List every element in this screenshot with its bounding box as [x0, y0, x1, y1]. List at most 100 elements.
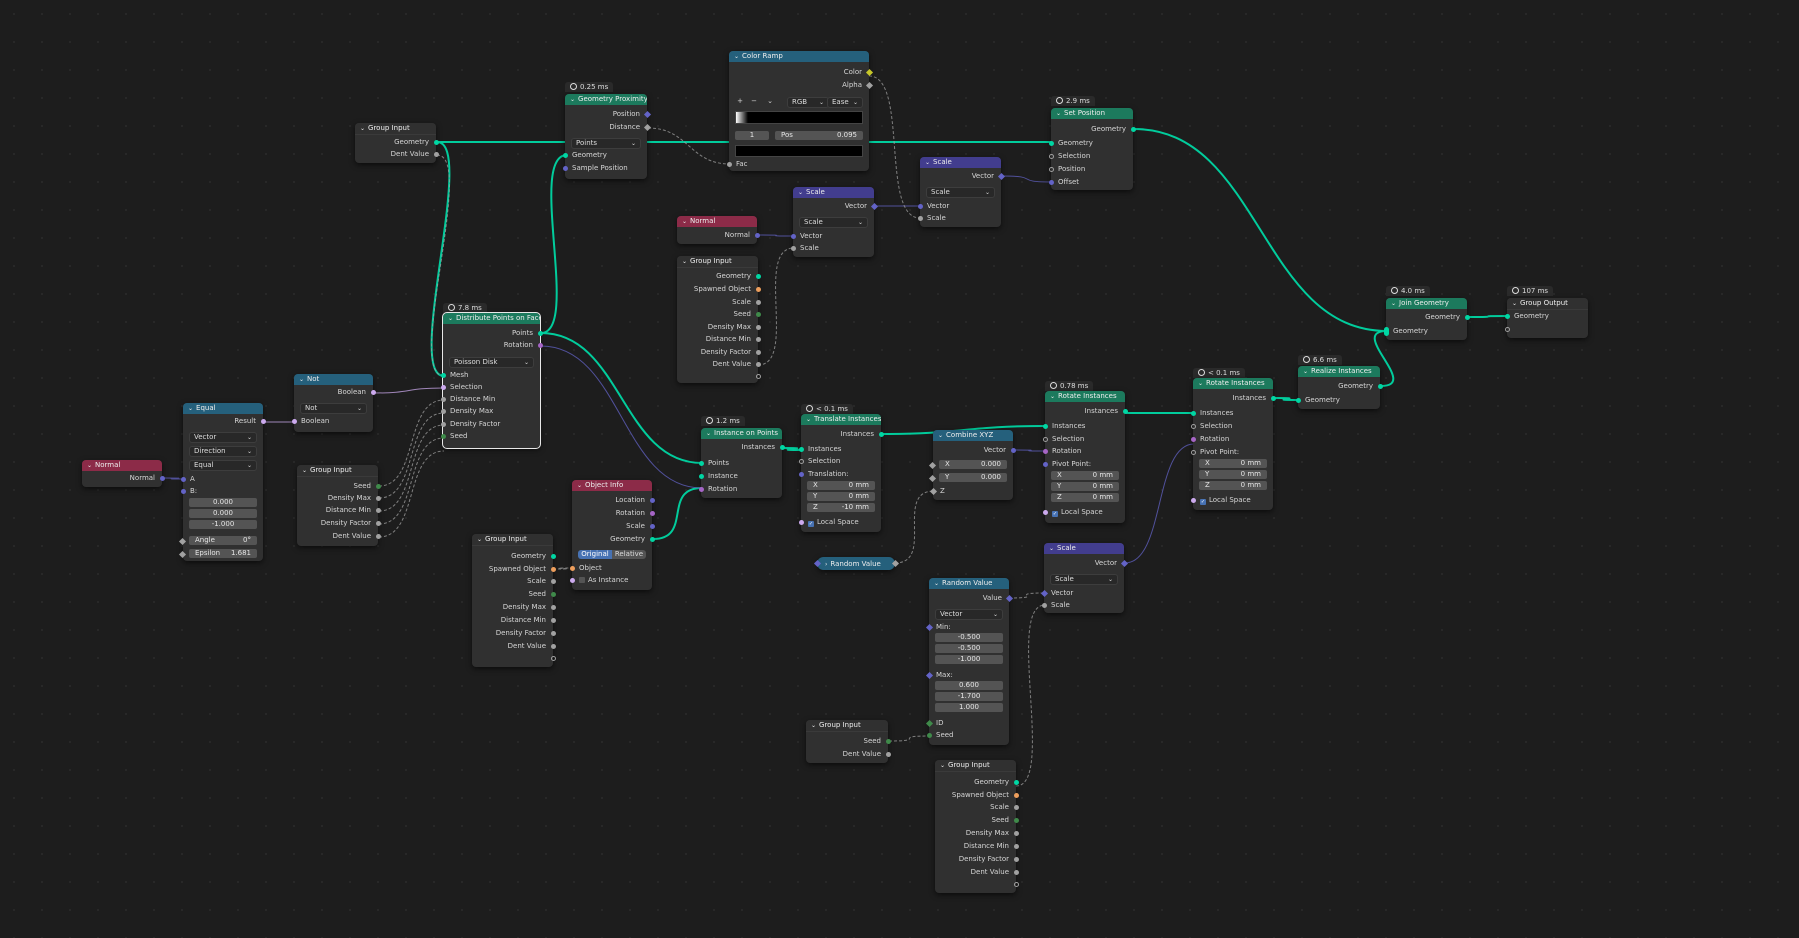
color-ramp-gradient[interactable] [735, 111, 863, 124]
chevron-down-icon[interactable]: ⌄ [1050, 393, 1055, 400]
socket-row[interactable]: As Instance [569, 575, 652, 585]
node-random-value[interactable]: ⌄ Random Value Value Vector ⌄ Min: -0.500 … [925, 578, 1013, 745]
node-group-input[interactable]: ⌄ Group Input Geometry Dent Value [355, 123, 439, 163]
node-translate-instances[interactable]: ⌄ Translate Instances Instances Instances… [798, 414, 884, 532]
interpolation-dropdown[interactable]: Ease ⌄ [827, 97, 863, 108]
node-realize-instances[interactable]: ⌄ Realize Instances Geometry Geometry [1295, 366, 1383, 409]
checkbox-checked-icon[interactable]: ✓ [1200, 499, 1206, 505]
input-socket[interactable] [926, 732, 932, 738]
input-socket[interactable] [562, 152, 568, 158]
combine-x-field[interactable]: X 0.000 [928, 460, 1007, 469]
max-y-field[interactable]: -1.700 [935, 692, 1003, 701]
node-normal[interactable]: ⌄ Normal Normal [677, 216, 760, 244]
node-header[interactable]: ⌄ Realize Instances [1298, 366, 1380, 377]
node-object-info[interactable]: ⌄ Object Info Location Rotation Scale Geo… [569, 480, 655, 590]
max-x-field[interactable]: 0.600 [935, 681, 1003, 690]
node-group-input[interactable]: ⌄ Group Input Geometry Spawned Object Sca… [472, 534, 556, 667]
stop-color-swatch[interactable] [735, 145, 863, 157]
input-socket[interactable] [1042, 461, 1048, 467]
ramp-menu-button[interactable]: ⌄ [765, 97, 775, 106]
node-editor-canvas[interactable] [0, 0, 1799, 938]
output-socket[interactable] [1010, 447, 1016, 453]
input-socket[interactable] [178, 537, 187, 545]
target-element-dropdown[interactable]: Points ⌄ [571, 138, 641, 149]
input-socket[interactable] [917, 215, 923, 221]
input-socket[interactable] [1048, 153, 1054, 159]
output-socket[interactable] [159, 475, 165, 481]
node-equal[interactable]: ⌄ Equal Result Vector ⌄ Direction ⌄ Equal ⌄ … [178, 403, 266, 561]
chevron-down-icon[interactable]: ⌄ [1391, 300, 1396, 307]
operation-dropdown[interactable]: Scale ⌄ [926, 187, 995, 198]
chevron-down-icon[interactable]: ⌄ [302, 467, 307, 474]
output-socket[interactable] [550, 591, 556, 597]
node-group-output[interactable]: ⌄ Group Output Geometry [1504, 298, 1588, 338]
input-socket[interactable] [726, 161, 732, 167]
node-header[interactable]: ⌄ Join Geometry [1386, 298, 1467, 309]
node-header[interactable]: ⌄ Group Input [677, 256, 758, 268]
chevron-down-icon[interactable]: ⌄ [1049, 545, 1054, 552]
input-socket[interactable] [180, 488, 186, 494]
node-header[interactable]: ⌄ Color Ramp [729, 51, 869, 62]
node-header[interactable]: ⌄ Normal [82, 460, 162, 471]
input-socket[interactable] [1190, 497, 1196, 503]
input-socket[interactable] [562, 165, 568, 171]
input-socket[interactable] [790, 245, 796, 251]
chevron-down-icon[interactable]: ⌄ [706, 430, 711, 437]
output-socket[interactable] [1013, 843, 1019, 849]
checkbox-icon[interactable] [579, 577, 585, 583]
node-header[interactable]: ⌄ Instance on Points [701, 428, 782, 439]
translation-z-field[interactable]: Z -10 mm [807, 503, 875, 512]
input-socket[interactable] [790, 233, 796, 239]
input-socket[interactable] [440, 408, 446, 414]
input-socket[interactable] [440, 396, 446, 402]
chevron-down-icon[interactable]: ⌄ [1512, 300, 1517, 307]
combine-y-field[interactable]: Y 0.000 [928, 473, 1007, 482]
input-socket[interactable] [1190, 410, 1196, 416]
chevron-down-icon[interactable]: ⌄ [798, 189, 803, 196]
input-socket[interactable] [1042, 448, 1048, 454]
socket-row[interactable]: ✓ Local Space [1190, 495, 1273, 505]
node-combine-xyz[interactable]: ⌄ Combine XYZ Vector X 0.000 Y 0.000 Z [928, 430, 1016, 500]
min-x-field[interactable]: -0.500 [935, 633, 1003, 642]
chevron-down-icon[interactable]: ⌄ [682, 218, 687, 225]
chevron-down-icon[interactable]: ⌄ [477, 536, 482, 543]
input-socket[interactable] [798, 471, 804, 477]
color-mode-dropdown[interactable]: RGB ⌄ [787, 97, 829, 108]
output-socket[interactable] [1013, 804, 1019, 810]
angle-field[interactable]: Angle 0° [178, 536, 257, 545]
node-header[interactable]: ⌄ Random Value [929, 578, 1009, 589]
output-socket[interactable] [755, 286, 761, 292]
operation-dropdown[interactable]: Scale ⌄ [1050, 574, 1118, 585]
output-socket[interactable] [550, 617, 556, 623]
output-socket[interactable] [1377, 383, 1383, 389]
output-socket[interactable] [755, 361, 761, 367]
chevron-down-icon[interactable]: ⌄ [938, 432, 943, 439]
input-socket[interactable] [1295, 397, 1301, 403]
output-socket[interactable] [649, 536, 655, 542]
input-socket[interactable] [698, 473, 704, 479]
node-header[interactable]: ⌄ Group Input [297, 465, 378, 477]
output-socket[interactable] [550, 630, 556, 636]
output-socket[interactable] [375, 507, 381, 513]
output-socket[interactable] [779, 444, 785, 450]
input-socket[interactable] [1190, 449, 1196, 455]
node-group-input[interactable]: ⌄ Group Input Geometry Spawned Object Sca… [935, 760, 1019, 893]
output-socket[interactable] [550, 566, 556, 572]
node-header[interactable]: ⌄ Group Input [935, 760, 1016, 772]
node-set-position[interactable]: ⌄ Set Position Geometry Geometry Selectio… [1048, 108, 1136, 190]
chevron-down-icon[interactable]: ⌄ [1198, 380, 1203, 387]
node-group-input[interactable]: ⌄ Group Input Geometry Spawned Object Sca… [677, 256, 761, 383]
input-socket[interactable] [178, 550, 187, 558]
node-header[interactable]: ⌄ Rotate Instances [1193, 378, 1273, 389]
input-socket[interactable] [440, 433, 446, 439]
b-z-field[interactable]: -1.000 [189, 520, 257, 529]
pivot-z-field[interactable]: Z 0 mm [1199, 481, 1267, 490]
distribute-method-dropdown[interactable]: Poisson Disk ⌄ [449, 357, 534, 368]
output-socket[interactable] [1013, 830, 1019, 836]
node-header[interactable]: ⌄ Group Input [355, 123, 436, 135]
data-type-dropdown[interactable]: Vector ⌄ [935, 609, 1003, 620]
operation-dropdown[interactable]: Scale ⌄ [799, 217, 868, 228]
input-socket[interactable] [440, 384, 446, 390]
max-z-field[interactable]: 1.000 [935, 703, 1003, 712]
node-color-ramp[interactable]: ⌄ Color Ramp Color Alpha + − ⌄ RGB ⌄ Ease ⌄… [726, 51, 873, 171]
